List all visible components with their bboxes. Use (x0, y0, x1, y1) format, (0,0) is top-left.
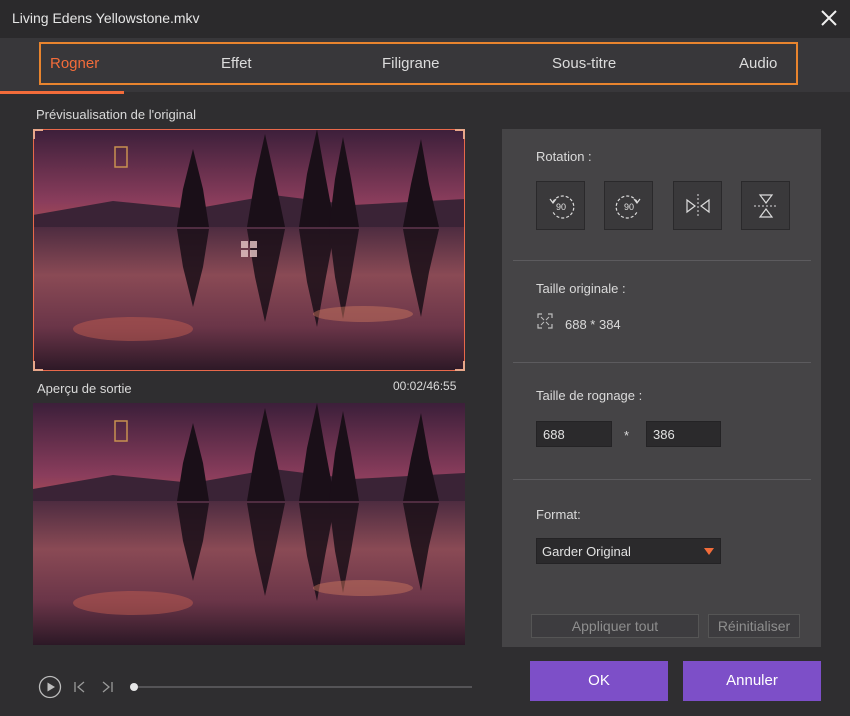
flip-vertical-icon (754, 194, 778, 218)
timeline-track[interactable] (131, 686, 472, 688)
rotate-right-90-button[interactable]: 90 (604, 181, 653, 230)
crop-move-handle-icon[interactable] (240, 240, 258, 258)
tab-audio[interactable]: Audio (739, 55, 777, 72)
crop-width-field[interactable]: 688 (536, 421, 612, 447)
caret-down-icon (704, 548, 714, 555)
reset-button[interactable]: Réinitialiser (708, 614, 800, 638)
divider (513, 260, 811, 261)
output-preview (33, 403, 465, 645)
format-select-value: Garder Original (542, 544, 631, 559)
format-select[interactable]: Garder Original (536, 538, 721, 564)
tab-effet[interactable]: Effet (221, 55, 252, 72)
next-frame-icon[interactable] (100, 680, 114, 699)
rotate-right-90-icon: 90 (615, 195, 641, 219)
tab-rogner[interactable]: Rogner (50, 55, 99, 72)
svg-text:90: 90 (624, 202, 634, 212)
landscape-image (33, 403, 465, 645)
active-tab-indicator (0, 91, 124, 94)
title-bar: Living Edens Yellowstone.mkv (0, 0, 850, 38)
ok-button[interactable]: OK (530, 661, 668, 701)
rotation-label: Rotation : (536, 149, 592, 164)
rotate-left-90-icon: 90 (549, 195, 575, 219)
apply-all-button[interactable]: Appliquer tout (531, 614, 699, 638)
expand-icon (537, 313, 553, 334)
svg-text:90: 90 (556, 202, 566, 212)
rotate-left-90-button[interactable]: 90 (536, 181, 585, 230)
previous-frame-icon[interactable] (73, 680, 87, 699)
format-label: Format: (536, 507, 581, 522)
cancel-button[interactable]: Annuler (683, 661, 821, 701)
crop-size-label: Taille de rognage : (536, 388, 643, 403)
divider (513, 479, 811, 480)
crop-height-field[interactable]: 386 (646, 421, 721, 447)
close-icon[interactable] (818, 7, 840, 29)
divider (513, 362, 811, 363)
original-size-value: 688 * 384 (565, 317, 621, 332)
timecode: 00:02/46:55 (393, 379, 457, 393)
flip-horizontal-button[interactable] (673, 181, 722, 230)
flip-horizontal-icon (686, 194, 710, 218)
crop-times-sign: * (624, 428, 630, 443)
tab-sous-titre[interactable]: Sous-titre (552, 55, 616, 72)
flip-vertical-button[interactable] (741, 181, 790, 230)
output-preview-label: Aperçu de sortie (37, 381, 132, 396)
original-preview[interactable] (33, 129, 465, 371)
tab-filigrane[interactable]: Filigrane (382, 55, 440, 72)
window-title: Living Edens Yellowstone.mkv (12, 10, 200, 26)
timeline-knob[interactable] (130, 683, 138, 691)
original-preview-label: Prévisualisation de l'original (36, 107, 197, 122)
play-icon[interactable] (38, 675, 62, 704)
original-size-label: Taille originale : (536, 281, 626, 296)
